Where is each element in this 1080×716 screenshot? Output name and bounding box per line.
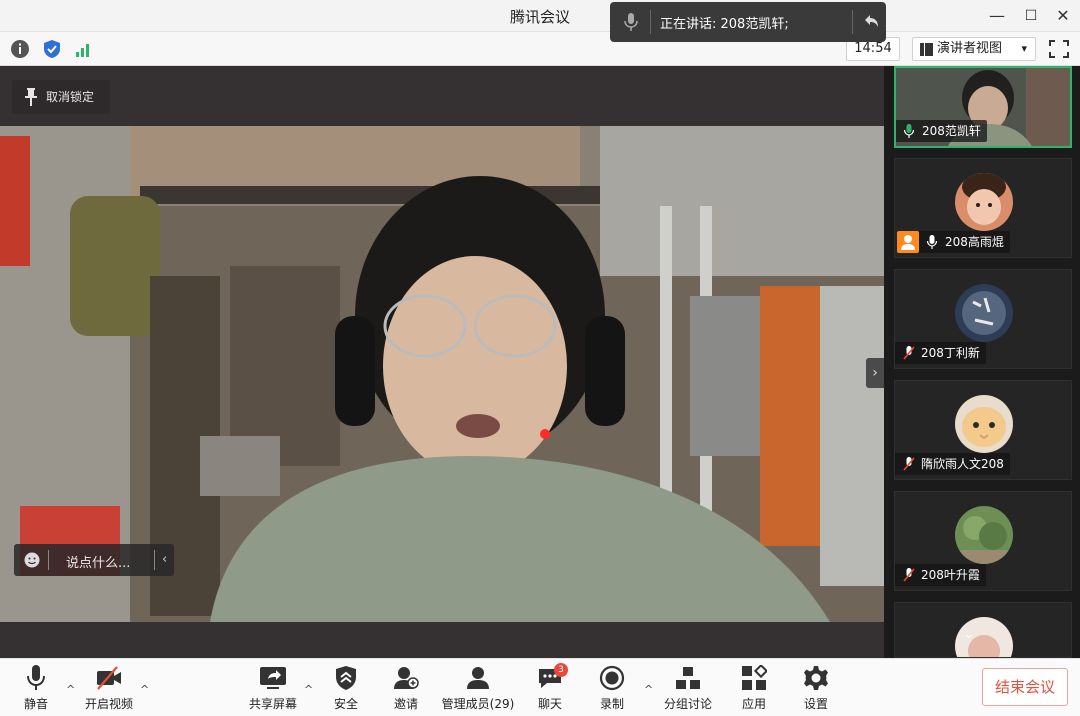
microphone-icon: [927, 235, 937, 249]
unpin-label: 取消锁定: [46, 90, 95, 104]
participant-tile[interactable]: 208丁利新: [894, 269, 1072, 369]
video-options-caret[interactable]: ^: [140, 683, 149, 696]
mute-options-caret[interactable]: ^: [66, 683, 75, 696]
unpin-button[interactable]: 取消锁定: [12, 80, 110, 114]
participant-name-tag: 隋欣雨人文208: [895, 453, 1010, 475]
invite-label: 邀请: [393, 697, 418, 711]
security-label: 安全: [333, 697, 358, 711]
microphone-icon: [904, 124, 914, 138]
participant-name: 208高雨焜: [945, 235, 1004, 249]
avatar: [955, 284, 1013, 342]
chat-button[interactable]: 聊天 3: [530, 663, 570, 715]
video-off-icon: [97, 666, 121, 690]
avatar: [955, 395, 1013, 453]
divider: [650, 10, 651, 34]
record-icon: [599, 665, 625, 691]
close-button[interactable]: ✕: [1050, 4, 1076, 28]
apps-icon: [742, 665, 767, 690]
gear-icon: [804, 666, 828, 690]
participant-name-tag: 208叶升霞: [895, 564, 986, 586]
microphone-muted-icon: [903, 568, 915, 582]
avatar: [955, 173, 1013, 231]
shield-icon[interactable]: [42, 39, 62, 59]
main-stage: 取消锁定 说点什么... ‹ ›: [0, 66, 884, 658]
chat-placeholder[interactable]: 说点什么...: [66, 552, 130, 571]
participant-name: 208丁利新: [921, 346, 980, 360]
mute-button[interactable]: 静音: [14, 665, 58, 715]
breakout-rooms-icon: [676, 667, 700, 689]
breakout-rooms-button[interactable]: 分组讨论: [660, 665, 716, 715]
status-bar: 14:54 演讲者视图 ▾: [0, 32, 1080, 66]
signal-icon[interactable]: [74, 39, 94, 59]
shield-icon: [336, 666, 356, 690]
participant-tile[interactable]: [894, 602, 1072, 658]
scroll-down-icon[interactable]: ⌄: [958, 626, 980, 644]
participants-panel: 208范凯轩 208高雨焜 208丁利新 隋欣雨人文208 208叶升霞: [884, 66, 1080, 658]
participant-tile[interactable]: 208叶升霞: [894, 491, 1072, 591]
minimize-button[interactable]: —: [984, 4, 1010, 28]
share-screen-button[interactable]: 共享屏幕: [246, 665, 300, 715]
view-mode-label: 演讲者视图: [937, 41, 1003, 56]
settings-label: 设置: [803, 697, 828, 711]
collapse-arrow-icon[interactable]: [862, 12, 880, 30]
record-button[interactable]: 录制: [592, 665, 632, 715]
share-options-caret[interactable]: ^: [304, 683, 313, 696]
title-bar: 腾讯会议 — ☐ ✕: [0, 0, 1080, 32]
microphone-muted-icon: [903, 457, 915, 471]
speaking-text: 正在讲话: 208范凯轩;: [660, 17, 789, 32]
breakout-rooms-label: 分组讨论: [663, 697, 712, 711]
participant-tile[interactable]: 隋欣雨人文208: [894, 380, 1072, 480]
chat-label: 聊天: [537, 697, 562, 711]
manage-members-button[interactable]: 管理成员(29): [438, 665, 518, 715]
microphone-icon: [27, 665, 45, 690]
manage-members-label: 管理成员(29): [441, 697, 515, 711]
start-video-button[interactable]: 开启视频: [82, 665, 136, 715]
mute-label: 静音: [23, 697, 48, 711]
divider: [48, 550, 49, 570]
microphone-muted-icon: [903, 346, 915, 360]
view-mode-dropdown[interactable]: 演讲者视图 ▾: [912, 37, 1036, 61]
pin-icon: [25, 88, 37, 106]
participant-tile[interactable]: 208高雨焜: [894, 158, 1072, 258]
divider: [154, 550, 155, 570]
panel-toggle-button[interactable]: ›: [866, 358, 884, 388]
fullscreen-icon[interactable]: [1048, 39, 1070, 59]
apps-button[interactable]: 应用: [734, 665, 774, 715]
speaker-view-icon: [920, 43, 933, 56]
share-screen-icon: [260, 667, 286, 689]
invite-button[interactable]: 邀请: [386, 665, 426, 715]
settings-button[interactable]: 设置: [796, 665, 836, 715]
record-options-caret[interactable]: ^: [644, 683, 653, 696]
start-video-label: 开启视频: [84, 697, 133, 711]
participant-name: 208范凯轩: [922, 124, 981, 138]
maximize-button[interactable]: ☐: [1018, 4, 1044, 28]
chat-quick-input[interactable]: 说点什么... ‹: [14, 544, 174, 576]
participant-name-tag: 208丁利新: [895, 342, 986, 364]
divider: [852, 10, 853, 34]
window-title: 腾讯会议: [509, 8, 570, 26]
avatar: [955, 506, 1013, 564]
info-icon[interactable]: [10, 39, 30, 59]
host-icon: [897, 231, 919, 253]
apps-label: 应用: [741, 697, 766, 711]
emoji-icon[interactable]: [24, 552, 40, 568]
chevron-left-icon[interactable]: ‹: [162, 552, 167, 567]
unread-badge: 3: [554, 663, 568, 677]
bottom-toolbar: 静音 ^ 开启视频 ^ 共享屏幕 ^ 安全 邀请 管理成员(29) 聊天 3 录…: [0, 658, 1080, 716]
record-label: 录制: [599, 697, 624, 711]
participant-tile[interactable]: 208范凯轩: [894, 66, 1072, 148]
active-speaker-toast: 正在讲话: 208范凯轩;: [610, 2, 886, 42]
chevron-down-icon: ▾: [1021, 42, 1027, 55]
participant-name: 隋欣雨人文208: [921, 457, 1004, 471]
members-icon: [467, 667, 489, 689]
participant-name-tag: 208范凯轩: [896, 120, 987, 142]
end-meeting-button[interactable]: 结束会议: [982, 668, 1068, 706]
participant-name: 208叶升霞: [921, 568, 980, 582]
microphone-icon: [624, 13, 638, 31]
invite-user-icon: [394, 667, 419, 689]
security-button[interactable]: 安全: [326, 665, 366, 715]
share-screen-label: 共享屏幕: [248, 697, 297, 711]
participant-name-tag: 208高雨焜: [919, 231, 1010, 253]
meeting-window: 腾讯会议 — ☐ ✕ 14:54 演讲者视图 ▾ 正在讲话: 208范凯轩; 取…: [0, 0, 1080, 716]
